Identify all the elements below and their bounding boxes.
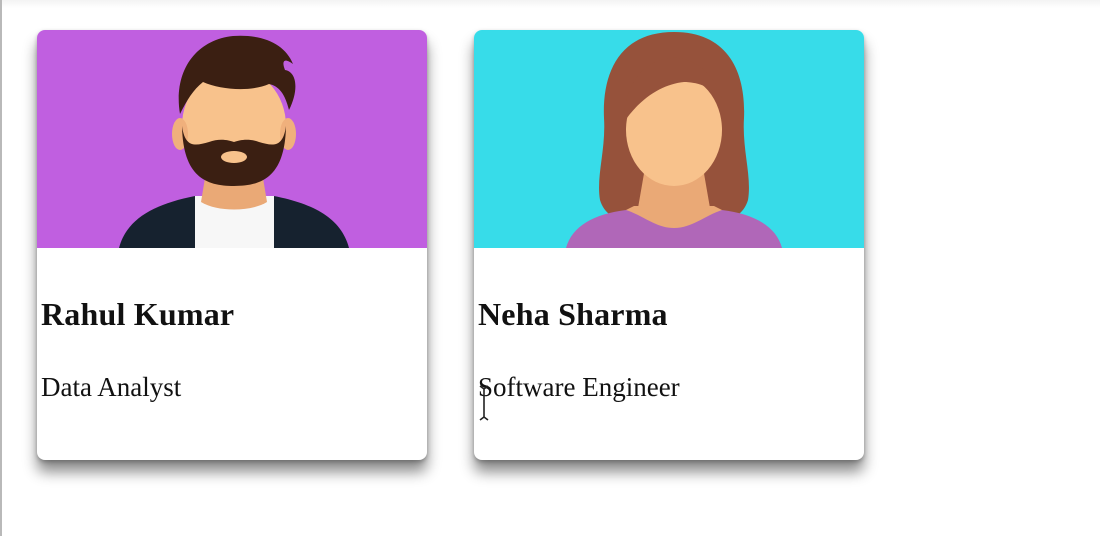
- left-border: [0, 0, 2, 536]
- top-divider: [0, 0, 1100, 8]
- woman-avatar-icon: [474, 30, 864, 248]
- job-title: Data Analyst: [41, 372, 182, 402]
- avatar-banner: [37, 30, 427, 248]
- avatar-banner: [474, 30, 864, 248]
- text-cursor-icon: [479, 385, 489, 421]
- person-name: Rahul Kumar: [41, 296, 235, 332]
- page: Rahul Kumar Data Analyst Neha Sharma Sof…: [0, 0, 1100, 536]
- man-avatar-icon: [37, 30, 427, 248]
- person-name: Neha Sharma: [478, 296, 668, 332]
- job-title: Software Engineer: [478, 372, 680, 402]
- profile-card-rahul: Rahul Kumar Data Analyst: [37, 30, 427, 460]
- profile-card-neha: Neha Sharma Software Engineer: [474, 30, 864, 460]
